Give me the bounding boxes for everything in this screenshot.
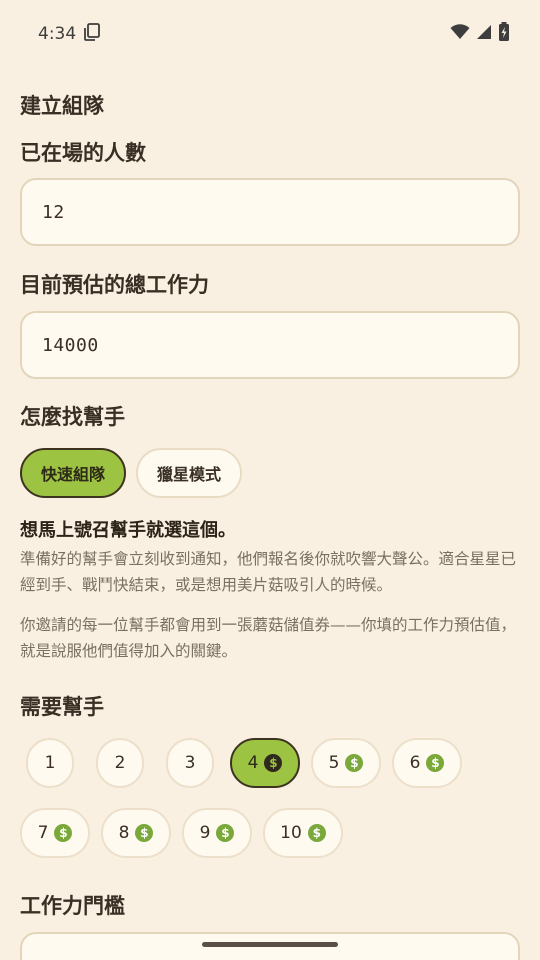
helper-count-chip[interactable]: 8 $ [101,808,171,858]
helper-count-chip-selected[interactable]: 4 $ [230,738,300,788]
power-threshold-label: 工作力門檻 [20,894,125,918]
total-power-label: 目前預估的總工作力 [20,273,209,297]
wifi-icon [450,23,470,45]
helper-count-label: 6 [409,753,421,773]
total-power-value: 14000 [42,334,99,356]
coin-icon: $ [426,754,445,772]
helper-count-label: 5 [328,753,340,773]
mode-quick-team-label: 快速組隊 [40,465,105,484]
helper-count-chip[interactable]: 5 $ [311,738,381,788]
helper-count-label: 7 [37,823,49,843]
mode-description: 準備好的幫手會立刻收到通知，他們報名後你就吹響大聲公。適合星星已經到手、戰鬥快結… [20,550,517,594]
coin-icon: $ [264,754,283,772]
mode-quick-team-chip[interactable]: 快速組隊 [20,448,126,498]
status-bar: 4:34 [0,0,540,68]
status-left: 4:34 [38,22,101,46]
helper-count-chip[interactable]: 3 [166,738,214,788]
mode-headline: 想馬上號召幫手就選這個。 [20,520,236,541]
coin-icon: $ [135,824,154,842]
helper-count-label: 2 [114,753,126,773]
helper-count-label: 8 [118,823,130,843]
helpers-needed-label: 需要幫手 [20,695,104,719]
mode-star-hunt-chip[interactable]: 獵星模式 [136,448,242,498]
coin-icon: $ [54,824,73,842]
helper-count-chip[interactable]: 1 [26,738,74,788]
page-title: 建立組隊 [20,94,104,118]
create-team-screen: 4:34 建立組隊 已在場的人數 12 目前預估的總工作力 14000 怎麼找幫… [0,0,540,960]
coin-icon: $ [307,824,326,842]
helper-count-label: 3 [184,753,196,773]
helper-count-chip[interactable]: 7 $ [20,808,90,858]
helper-count-chip[interactable]: 2 [96,738,144,788]
coin-icon: $ [345,754,364,772]
present-count-value: 12 [42,201,65,223]
helper-count-label: 10 [280,823,302,843]
helper-count-label: 9 [199,823,211,843]
screenshot-icon [84,22,101,46]
helper-count-label: 1 [44,753,56,773]
status-time: 4:34 [38,24,77,44]
helper-count-chip[interactable]: 6 $ [392,738,462,788]
helper-count-chip[interactable]: 10 $ [263,808,343,858]
mode-star-hunt-label: 獵星模式 [156,465,221,484]
recruit-mode-label: 怎麼找幫手 [20,405,125,429]
battery-icon [498,21,510,47]
present-count-input[interactable]: 12 [20,178,520,246]
mode-note: 你邀請的每一位幫手都會用到一張蘑菇儲值券——你填的工作力預估值，就是說服他們值得… [20,616,517,660]
total-power-input[interactable]: 14000 [20,311,520,379]
helper-count-label: 4 [247,753,259,773]
status-right [450,21,510,47]
coin-icon: $ [216,824,235,842]
helper-count-chip[interactable]: 9 $ [182,808,252,858]
home-indicator[interactable] [202,942,338,947]
signal-icon [476,24,492,45]
present-count-label: 已在場的人數 [20,141,146,165]
